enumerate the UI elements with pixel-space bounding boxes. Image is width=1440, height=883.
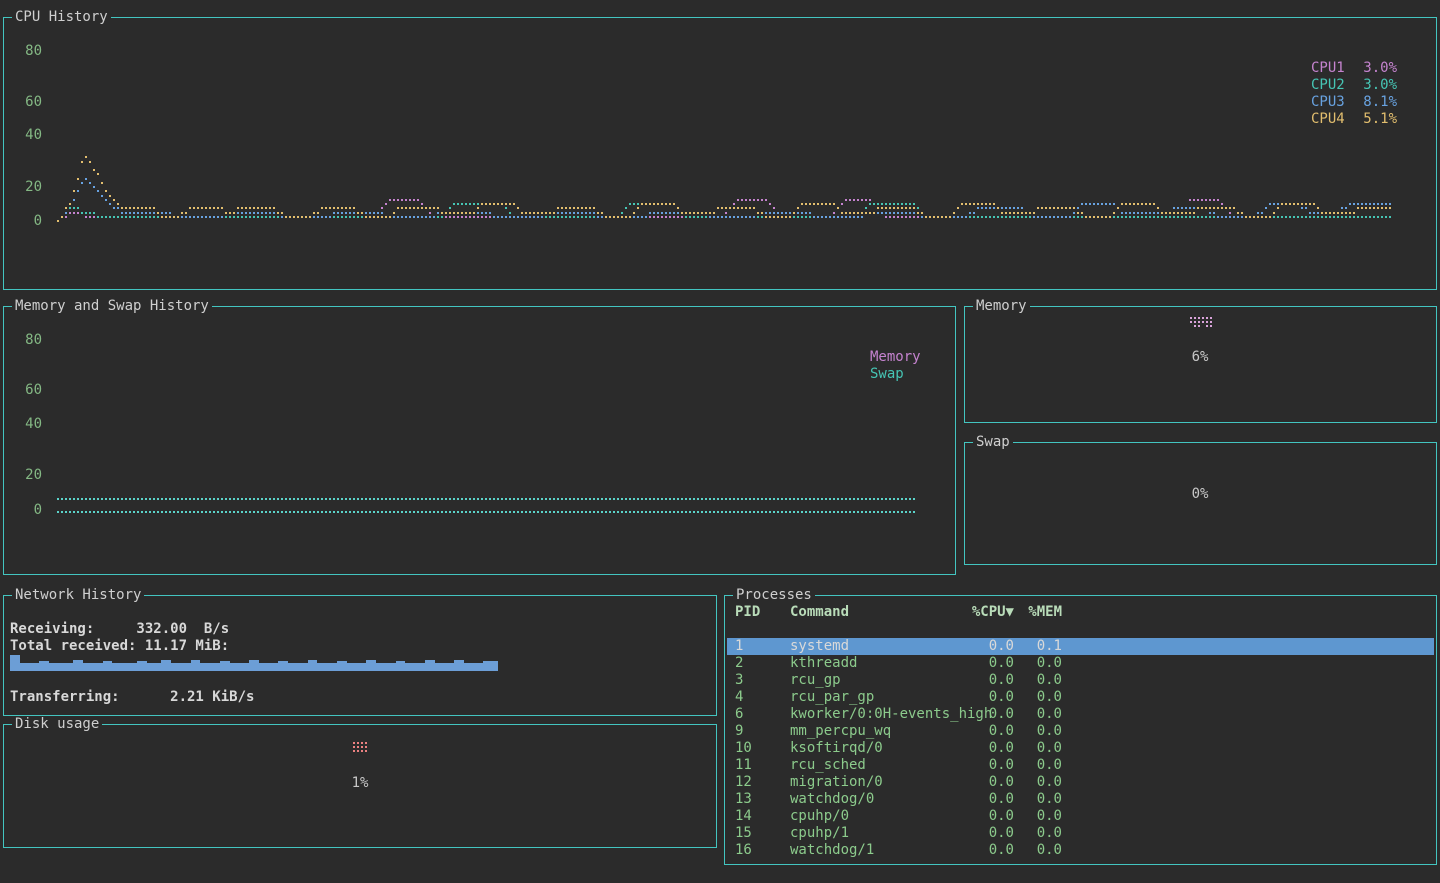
column-header-cpu-sort[interactable]: %CPU▼: [954, 604, 1014, 621]
swap-gauge-panel: Swap: [964, 442, 1437, 565]
column-header-pid[interactable]: PID: [735, 604, 760, 621]
processes-title: Processes: [733, 587, 815, 604]
disk-usage-value: 1%: [330, 775, 390, 792]
processes-panel: Processes: [724, 595, 1437, 865]
swap-gauge-value: 0%: [1170, 486, 1230, 503]
column-header-command[interactable]: Command: [790, 604, 849, 621]
mem-swap-history-panel: Memory and Swap History: [3, 306, 956, 575]
disk-usage-title: Disk usage: [12, 716, 102, 733]
network-total-received-line: Total received: 11.17 MiB:: [10, 638, 229, 655]
network-history-title: Network History: [12, 587, 144, 604]
memory-gauge-title: Memory: [973, 298, 1030, 315]
column-header-mem[interactable]: %MEM: [1014, 604, 1062, 621]
network-transferring-line: Transferring: 2.21 KiB/s: [10, 689, 254, 706]
cpu-history-title: CPU History: [12, 9, 111, 26]
swap-gauge-title: Swap: [973, 434, 1013, 451]
memory-gauge-value: 6%: [1170, 349, 1230, 366]
process-table-header: PID Command %CPU▼ %MEM: [727, 604, 1434, 621]
system-monitor-screen: CPU History Memory and Swap History Memo…: [0, 0, 1440, 883]
mem-swap-history-title: Memory and Swap History: [12, 298, 212, 315]
cpu-history-panel: CPU History: [3, 17, 1437, 290]
network-receiving-line: Receiving: 332.00 B/s: [10, 621, 229, 638]
